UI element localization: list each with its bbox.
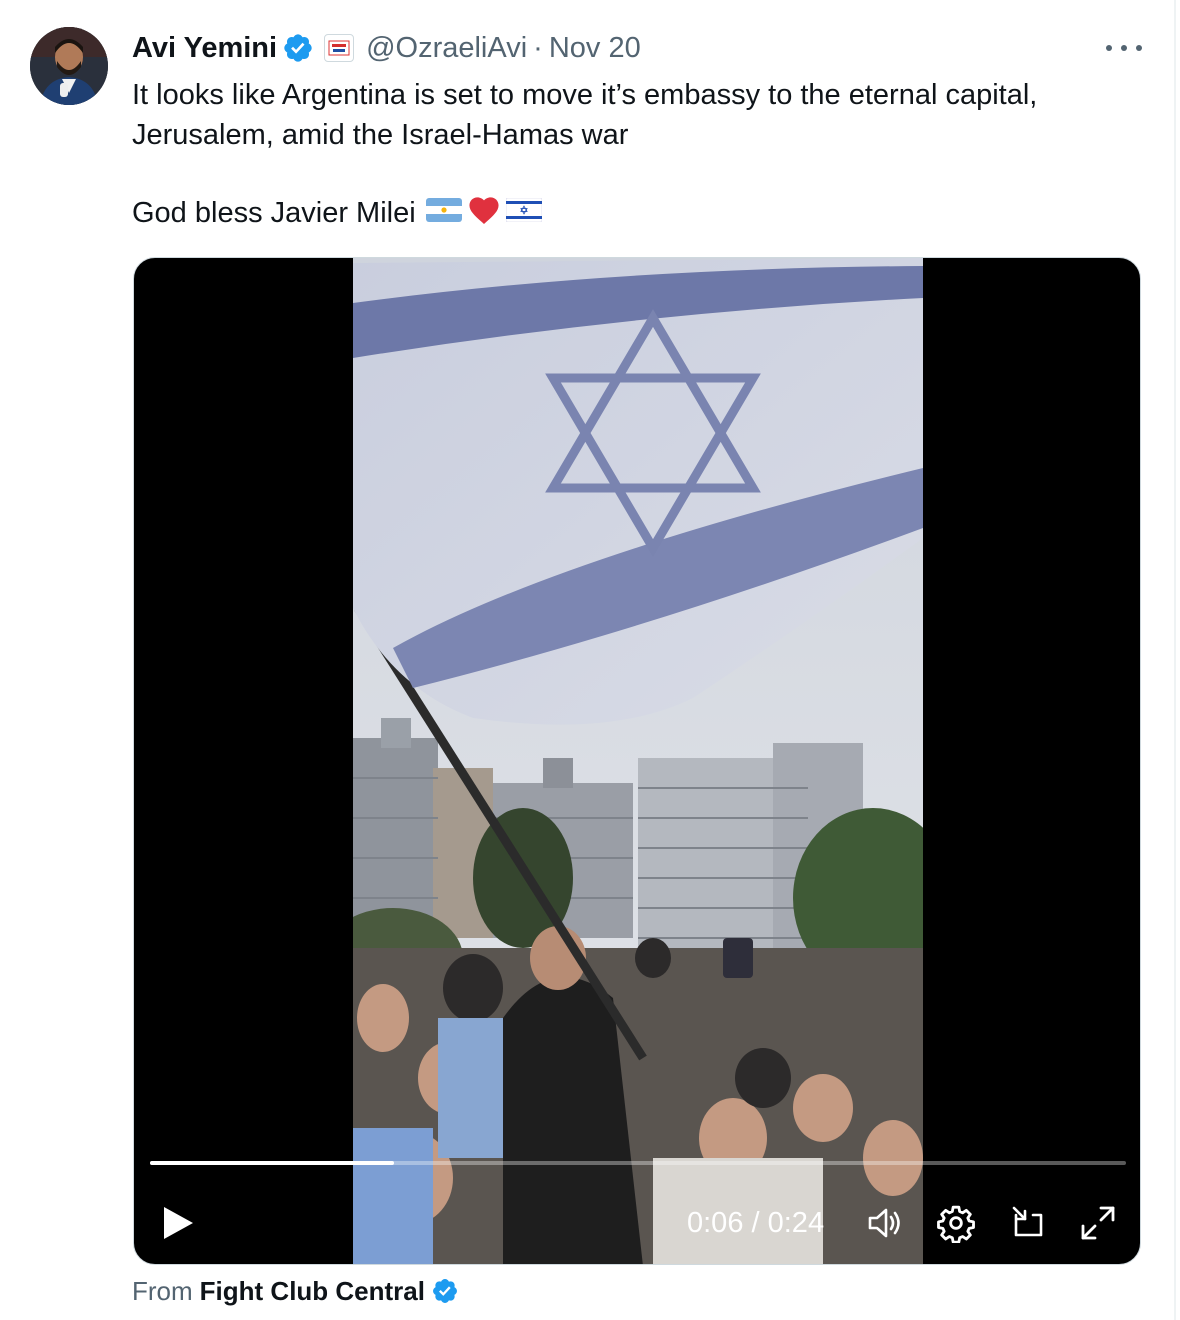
- tweet-text-line: Jerusalem, amid the Israel-Hamas war: [132, 119, 629, 151]
- video-player[interactable]: 0:06 / 0:24: [133, 257, 1141, 1265]
- tweet-text-line: It looks like Argentina is set to move i…: [132, 79, 1038, 111]
- israel-flag-icon: [505, 197, 543, 230]
- author-handle[interactable]: @OzraeliAvi: [366, 32, 527, 65]
- red-heart-icon: [466, 193, 502, 233]
- tweet-text: It looks like Argentina is set to move i…: [132, 75, 1132, 155]
- video-controls: 0:06 / 0:24: [134, 1193, 1140, 1253]
- video-current-time: 0:06: [687, 1207, 744, 1239]
- author-name[interactable]: Avi Yemini: [132, 32, 277, 65]
- argentina-flag-icon: [425, 197, 462, 230]
- tweet-date[interactable]: Nov 20: [549, 32, 641, 65]
- video-source-attribution: From Fight Club Central: [132, 1272, 459, 1310]
- video-progress-bar[interactable]: [150, 1161, 1126, 1165]
- source-account-link[interactable]: Fight Club Central: [200, 1276, 425, 1307]
- video-time: 0:06 / 0:24: [687, 1203, 824, 1243]
- settings-icon[interactable]: [936, 1203, 976, 1244]
- play-icon[interactable]: [160, 1204, 196, 1242]
- video-frame[interactable]: [353, 258, 923, 1265]
- video-progress-fill: [150, 1161, 394, 1165]
- from-label: From: [132, 1275, 193, 1306]
- video-duration: 0:24: [767, 1207, 825, 1239]
- fullscreen-icon[interactable]: [1078, 1203, 1118, 1243]
- tweet-text-line: God bless Javier Milei: [132, 196, 416, 229]
- verified-badge-icon: [431, 1277, 459, 1305]
- timeline-border: [1174, 0, 1176, 1320]
- verified-badge-icon[interactable]: [282, 32, 314, 64]
- volume-icon[interactable]: [865, 1203, 905, 1243]
- video-time-separator: /: [743, 1207, 768, 1239]
- author-avatar[interactable]: [30, 27, 108, 105]
- rebel-news-badge-icon[interactable]: [324, 34, 355, 62]
- tweet-text-blessing: God bless Javier Milei: [132, 193, 543, 233]
- pip-icon[interactable]: [1008, 1203, 1048, 1243]
- separator-dot: ·: [533, 31, 543, 64]
- tweet-header: Avi Yemini @OzraeliAvi · Nov 20: [132, 28, 641, 68]
- more-options-icon[interactable]: [1106, 36, 1142, 60]
